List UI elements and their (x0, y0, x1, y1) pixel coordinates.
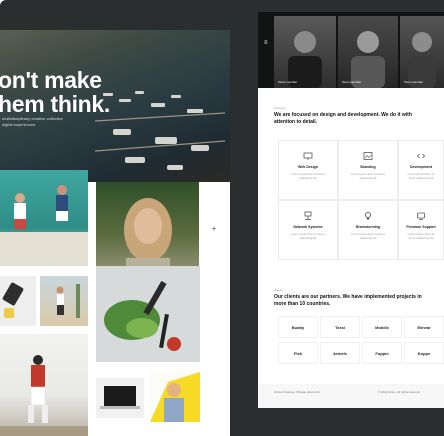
service-title: Branding (360, 165, 376, 169)
service-card[interactable]: Brainstorming Lorem ipsum dolor sit amet… (338, 200, 398, 260)
clients-heading: Our clients are our partners. We have im… (274, 294, 422, 307)
services-heading: We are focused on design and development… (274, 112, 412, 125)
service-description: Lorem ipsum dolor sit amet, adipiscing e… (407, 172, 435, 180)
bulb-icon (365, 212, 371, 220)
hero-subtitle: multidisciplinary creative collective di… (2, 116, 63, 127)
service-title: Brainstorming (356, 225, 380, 229)
code-icon (416, 153, 426, 159)
service-card[interactable]: Branding Lorem ipsum dolor sit amet, adi… (338, 140, 398, 200)
footer-copyright: © 2024 Vortex, All rights reserved (378, 390, 420, 394)
team-member-name: Team member (278, 80, 298, 84)
client-logo[interactable]: Fuppin (362, 342, 402, 364)
items-flatlay-photo (0, 276, 36, 326)
food-knife-photo (96, 266, 200, 362)
client-logo[interactable]: Flek (278, 342, 318, 364)
client-logo[interactable]: Buddy (278, 316, 318, 338)
hero-headline: on't make hem think. (0, 67, 111, 117)
menu-icon[interactable]: ≡ (264, 40, 268, 46)
team-member-photo: Team member (274, 16, 336, 88)
service-description: Lorem ipsum dolor sit amet, adipiscing e… (407, 232, 435, 240)
marina-boats-illustration (95, 91, 225, 170)
services-eyebrow: services (274, 106, 286, 110)
services-grid: Web Design Lorem ipsum dolor sit amet, a… (278, 140, 444, 264)
client-logos: Buddy Tessi Mobilix Elinear Flek Arteefs… (278, 316, 444, 368)
client-logo[interactable]: Koppe (404, 342, 444, 364)
service-description: Lorem ipsum dolor sit amet, adipiscing e… (290, 172, 326, 180)
page-footer: Vortex 3 Avenue, Chicago phone info © 20… (258, 384, 444, 408)
service-card[interactable]: Web Design Lorem ipsum dolor sit amet, a… (278, 140, 338, 200)
service-card[interactable]: Development Lorem ipsum dolor sit amet, … (398, 140, 444, 200)
team-header: ≡ Team member Team member Team member (258, 12, 444, 88)
service-title: Network Systems (293, 225, 323, 229)
showcase-stage: on't make hem think. multidisciplinary c… (0, 0, 444, 436)
team-member-name: Team member (342, 80, 362, 84)
yellow-portrait-photo (150, 372, 200, 422)
plus-icon[interactable]: + (212, 226, 216, 233)
client-logo[interactable]: Tessi (320, 316, 360, 338)
service-card[interactable]: Network Systems Lorem ipsum dolor sit am… (278, 200, 338, 260)
baseball-player-photo (0, 334, 88, 436)
client-logo[interactable]: Mobilix (362, 316, 402, 338)
service-card[interactable]: Premium Support Lorem ipsum dolor sit am… (398, 200, 444, 260)
service-description: Lorem ipsum dolor sit amet, adipiscing e… (350, 232, 386, 240)
service-title: Development (410, 165, 432, 169)
client-logo[interactable]: Arteefs (320, 342, 360, 364)
service-description: Lorem ipsum dolor sit amet, adipiscing e… (350, 172, 386, 180)
tennis-players-photo (0, 170, 88, 266)
team-member-photo: Team member (400, 16, 444, 88)
runner-photo (40, 276, 88, 326)
left-page-preview: on't make hem think. multidisciplinary c… (0, 30, 230, 436)
image-icon (363, 152, 373, 160)
clients-eyebrow: clients (274, 288, 283, 292)
service-title: Premium Support (406, 225, 436, 229)
right-page-preview: ≡ Team member Team member Team member se… (258, 12, 444, 408)
footer-contact: Vortex 3 Avenue, Chicago phone info (274, 390, 320, 394)
service-description: Lorem ipsum dolor sit amet, adipiscing e… (290, 232, 326, 240)
network-icon (304, 211, 312, 220)
laptop-photo (96, 378, 144, 418)
monitor-icon (303, 152, 313, 160)
hero-marina-image: on't make hem think. multidisciplinary c… (0, 30, 230, 182)
team-member-photo: Team member (338, 16, 398, 88)
client-logo[interactable]: Elinear (404, 316, 444, 338)
support-icon (417, 212, 425, 220)
service-title: Web Design (298, 165, 318, 169)
team-member-name: Team member (404, 80, 424, 84)
